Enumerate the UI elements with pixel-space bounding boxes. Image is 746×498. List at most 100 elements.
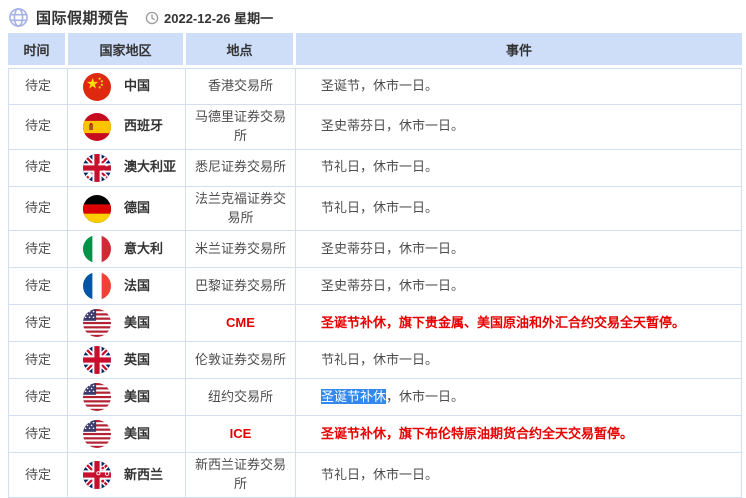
country-name: 英国 <box>124 351 150 370</box>
country-cell: 法国 <box>68 268 186 305</box>
venue-cell: 伦敦证券交易所 <box>186 342 296 379</box>
flag-it-icon <box>83 235 111 263</box>
venue-cell: CME <box>186 305 296 342</box>
time-cell: 待定 <box>8 268 68 305</box>
country-wrap: 中国 <box>83 73 182 101</box>
table-row: 待定美国纽约交易所圣诞节补休，休市一日。 <box>8 379 742 416</box>
column-header-venue: 地点 <box>186 33 296 68</box>
flag-cn-icon <box>83 73 111 101</box>
event-text: 圣诞节，休市一日。 <box>321 78 438 93</box>
event-cell: 节礼日，休市一日。 <box>296 187 742 232</box>
event-cell: 节礼日，休市一日。 <box>296 342 742 379</box>
venue-cell: 法兰克福证券交易所 <box>186 187 296 232</box>
venue-cell: 香港交易所 <box>186 68 296 105</box>
event-text: 圣诞节补休，旗下贵金属、美国原油和外汇合约交易全天暂停。 <box>321 315 685 330</box>
country-cell: 中国 <box>68 68 186 105</box>
flag-us-icon <box>83 383 111 411</box>
event-text: 圣史蒂芬日，休市一日。 <box>321 241 464 256</box>
event-cell: 节礼日，休市一日。 <box>296 150 742 187</box>
event-text: 节礼日，休市一日。 <box>321 352 438 367</box>
time-cell: 待定 <box>8 342 68 379</box>
event-cell: 节礼日，休市一日。 <box>296 453 742 498</box>
column-header-country: 国家地区 <box>68 33 186 68</box>
table-row: 待定澳大利亚悉尼证券交易所节礼日，休市一日。 <box>8 150 742 187</box>
country-cell: 美国 <box>68 416 186 453</box>
country-name: 意大利 <box>124 240 163 259</box>
country-name: 中国 <box>124 77 150 96</box>
event-text: 圣史蒂芬日，休市一日。 <box>321 118 464 133</box>
country-wrap: 新西兰 <box>83 461 182 489</box>
time-cell: 待定 <box>8 231 68 268</box>
venue-cell: 纽约交易所 <box>186 379 296 416</box>
country-cell: 美国 <box>68 379 186 416</box>
country-wrap: 美国 <box>83 420 182 448</box>
time-cell: 待定 <box>8 416 68 453</box>
country-wrap: 西班牙 <box>83 113 182 141</box>
venue-cell: 马德里证券交易所 <box>186 105 296 150</box>
country-name: 西班牙 <box>124 117 163 136</box>
event-cell: 圣诞节补休，旗下贵金属、美国原油和外汇合约交易全天暂停。 <box>296 305 742 342</box>
event-text: 圣诞节补休，旗下布伦特原油期货合约全天交易暂停。 <box>321 426 633 441</box>
country-wrap: 美国 <box>83 383 182 411</box>
table-header: 时间 国家地区 地点 事件 <box>8 33 742 68</box>
time-cell: 待定 <box>8 453 68 498</box>
country-name: 美国 <box>124 425 150 444</box>
flag-au-icon <box>83 154 111 182</box>
column-header-event: 事件 <box>296 33 742 68</box>
time-cell: 待定 <box>8 105 68 150</box>
country-cell: 西班牙 <box>68 105 186 150</box>
time-cell: 待定 <box>8 305 68 342</box>
country-name: 美国 <box>124 314 150 333</box>
country-wrap: 德国 <box>83 195 182 223</box>
country-wrap: 美国 <box>83 309 182 337</box>
flag-us-icon <box>83 309 111 337</box>
event-cell: 圣诞节，休市一日。 <box>296 68 742 105</box>
event-text: 圣史蒂芬日，休市一日。 <box>321 278 464 293</box>
table-row: 待定 英国 伦敦证券交易所 节礼日，休市一日。 <box>8 342 742 379</box>
country-name: 法国 <box>124 277 150 296</box>
date-display: 2022-12-26 星期一 <box>145 8 273 27</box>
globe-icon <box>8 7 29 28</box>
page-title: 国际假期预告 <box>36 7 129 28</box>
event-cell: 圣史蒂芬日，休市一日。 <box>296 105 742 150</box>
table-row: 待定 意大利 米兰证券交易所 圣史蒂芬日，休市一日。 <box>8 231 742 268</box>
table-row: 待定 法国 巴黎证券交易所 圣史蒂芬日，休市一日。 <box>8 268 742 305</box>
table-row: 待定 美国 ICE 圣诞节补休，旗下布伦特原油期货合约全天交易暂停。 <box>8 416 742 453</box>
flag-de-icon <box>83 195 111 223</box>
page-header: 国际假期预告 2022-12-26 星期一 <box>0 0 746 33</box>
selected-text: 圣诞节补休 <box>321 389 386 404</box>
header-row: 时间 国家地区 地点 事件 <box>8 33 742 68</box>
table-body: 待定中国香港交易所圣诞节，休市一日。待定西班牙马德里证券交易所圣史蒂芬日，休市一… <box>8 68 742 498</box>
venue-cell: 米兰证券交易所 <box>186 231 296 268</box>
country-cell: 意大利 <box>68 231 186 268</box>
time-cell: 待定 <box>8 150 68 187</box>
table-row: 待定德国法兰克福证券交易所节礼日，休市一日。 <box>8 187 742 232</box>
clock-icon <box>145 11 159 25</box>
country-wrap: 英国 <box>83 346 182 374</box>
country-cell: 英国 <box>68 342 186 379</box>
country-wrap: 意大利 <box>83 235 182 263</box>
country-name: 新西兰 <box>124 466 163 485</box>
country-cell: 新西兰 <box>68 453 186 498</box>
table-row: 待定 中国 香港交易所 圣诞节，休市一日。 <box>8 68 742 105</box>
flag-us-icon <box>83 420 111 448</box>
time-cell: 待定 <box>8 68 68 105</box>
flag-es-icon <box>83 113 111 141</box>
venue-cell: 新西兰证券交易所 <box>186 453 296 498</box>
table-row: 待定 美国 CME 圣诞节补休，旗下贵金属、美国原油和外汇合约交易全天暂停。 <box>8 305 742 342</box>
event-cell: 圣诞节补休，休市一日。 <box>296 379 742 416</box>
event-cell: 圣诞节补休，旗下布伦特原油期货合约全天交易暂停。 <box>296 416 742 453</box>
country-wrap: 法国 <box>83 272 182 300</box>
flag-fr-icon <box>83 272 111 300</box>
country-cell: 澳大利亚 <box>68 150 186 187</box>
date-text: 2022-12-26 星期一 <box>164 8 273 27</box>
venue-cell: ICE <box>186 416 296 453</box>
venue-cell: 巴黎证券交易所 <box>186 268 296 305</box>
country-name: 澳大利亚 <box>124 158 176 177</box>
event-cell: 圣史蒂芬日，休市一日。 <box>296 268 742 305</box>
event-cell: 圣史蒂芬日，休市一日。 <box>296 231 742 268</box>
flag-gb-icon <box>83 346 111 374</box>
event-text: ，休市一日。 <box>386 389 464 404</box>
country-cell: 美国 <box>68 305 186 342</box>
event-text: 节礼日，休市一日。 <box>321 467 438 482</box>
